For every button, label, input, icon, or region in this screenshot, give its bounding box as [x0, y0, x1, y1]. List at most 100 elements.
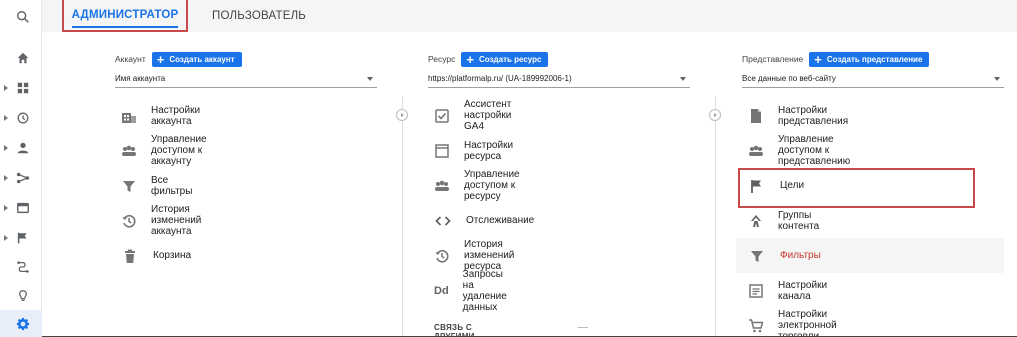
flag-icon — [17, 232, 27, 244]
menu-account-access[interactable]: Управление доступом к аккаунту — [115, 133, 209, 168]
menu-data-deletion[interactable]: Dd Запросы на удаление данных — [428, 269, 510, 313]
property-column: Ресурс + Создать ресурс https://platforma… — [428, 32, 690, 337]
property-label: Ресурс — [428, 54, 456, 64]
trash-icon — [121, 248, 139, 264]
conversions-button[interactable] — [0, 223, 42, 253]
menu-ga4-assistant[interactable]: Ассистент настройки GA4 — [428, 98, 513, 133]
menu-label: История изменений ресурса — [464, 239, 515, 272]
attribution-button[interactable] — [0, 252, 42, 282]
menu-tracking[interactable]: Отслеживание — [428, 203, 534, 238]
view-select[interactable]: Все данные по веб-сайту — [742, 70, 1004, 88]
account-column: Аккаунт + Создать аккаунт Имя аккаунта На… — [115, 32, 377, 337]
menu-trash[interactable]: Корзина — [115, 238, 191, 273]
menu-filters[interactable]: Фильтры — [742, 238, 821, 273]
code-icon — [434, 213, 452, 229]
property-header: Ресурс + Создать ресурс — [428, 50, 549, 68]
menu-label: Управление доступом к аккаунту — [151, 134, 207, 167]
window-icon — [17, 202, 29, 214]
menu-view-access[interactable]: Управление доступом к представлению — [742, 133, 852, 168]
menu-label: Корзина — [153, 250, 192, 261]
menu-property-settings[interactable]: Настройки ресурса — [428, 133, 515, 168]
view-header: Представление + Создать представление — [742, 50, 930, 68]
linking-section-title: СВЯЗЬ С ДРУГИМИ ПРОДУКТАМИ — [434, 323, 475, 337]
account-select-value: Имя аккаунта — [115, 74, 166, 83]
view-label: Представление — [742, 54, 804, 64]
property-select[interactable]: https://platformalp.ru/ (UA-189992006-1) — [428, 70, 690, 88]
home-button[interactable] — [0, 43, 42, 73]
menu-label: Запросы на удаление данных — [462, 268, 507, 313]
home-icon — [17, 52, 29, 64]
create-property-button[interactable]: + Создать ресурс — [461, 51, 549, 67]
property-select-value: https://platformalp.ru/ (UA-189992006-1) — [428, 74, 572, 83]
menu-label: Группы контента — [778, 209, 820, 232]
account-select[interactable]: Имя аккаунта — [115, 70, 377, 88]
attribution-icon — [17, 261, 29, 273]
create-account-button[interactable]: + Создать аккаунт — [151, 51, 242, 67]
menu-channel-settings[interactable]: Настройки канала — [742, 273, 829, 308]
person-icon — [17, 142, 29, 154]
menu-label: Фильтры — [780, 250, 821, 261]
dd-icon: Dd — [434, 284, 449, 297]
plus-icon: + — [466, 51, 474, 67]
column-divider — [402, 96, 403, 337]
channel-icon — [748, 283, 764, 299]
chevron-down-icon — [680, 77, 686, 81]
menu-account-settings[interactable]: Настройки аккаунта — [115, 98, 202, 133]
account-header: Аккаунт + Создать аккаунт — [115, 50, 242, 68]
create-property-label: Создать ресурс — [479, 54, 542, 64]
plus-icon: + — [814, 51, 822, 67]
dashboard-icon — [17, 82, 29, 94]
menu-content-groups[interactable]: Группы контента — [742, 203, 821, 238]
filter-icon — [121, 178, 137, 194]
admin-button[interactable] — [0, 310, 42, 337]
history-icon — [434, 248, 450, 264]
menu-label: Управление доступом к ресурсу — [464, 169, 520, 202]
column-divider — [715, 96, 716, 337]
left-rail — [0, 0, 42, 337]
account-label: Аккаунт — [115, 54, 146, 64]
menu-ecommerce-settings[interactable]: Настройки электронной торговли — [742, 308, 839, 337]
building-icon — [121, 108, 137, 124]
acquisition-button[interactable] — [0, 163, 42, 193]
top-tab-bar: АДМИНИСТРАТОР ПОЛЬЗОВАТЕЛЬ — [42, 0, 1017, 32]
menu-label: Все фильтры — [151, 174, 193, 197]
document-icon — [748, 108, 764, 124]
menu-property-access[interactable]: Управление доступом к ресурсу — [428, 168, 522, 203]
realtime-button[interactable] — [0, 103, 42, 133]
create-view-label: Создать представление — [826, 54, 923, 64]
discover-button[interactable] — [0, 281, 42, 311]
menu-label: Отслеживание — [466, 215, 535, 226]
menu-view-settings[interactable]: Настройки представления — [742, 98, 850, 133]
filter-icon — [748, 248, 766, 264]
history-icon — [121, 213, 137, 229]
section-rule — [578, 327, 588, 328]
lightbulb-icon — [19, 290, 27, 301]
audience-button[interactable] — [0, 133, 42, 163]
tab-user[interactable]: ПОЛЬЗОВАТЕЛЬ — [212, 0, 306, 32]
search-button[interactable] — [0, 2, 42, 32]
menu-account-history[interactable]: История изменений аккаунта — [115, 203, 203, 238]
acquisition-icon — [16, 172, 30, 184]
goals-highlight-box — [738, 168, 975, 208]
create-view-button[interactable]: + Создать представление — [809, 51, 930, 67]
tab-admin[interactable]: АДМИНИСТРАТОР — [62, 0, 188, 32]
arrow-right-icon — [709, 109, 721, 121]
cart-icon — [748, 318, 764, 334]
clock-icon — [17, 112, 29, 124]
customization-button[interactable] — [0, 73, 42, 103]
people-icon — [748, 143, 764, 159]
chevron-down-icon — [994, 77, 1000, 81]
people-icon — [121, 143, 137, 159]
behavior-button[interactable] — [0, 193, 42, 223]
menu-all-filters[interactable]: Все фильтры — [115, 168, 194, 203]
window-icon — [434, 143, 450, 159]
menu-label: Настройки аккаунта — [151, 104, 201, 127]
plus-icon: + — [156, 51, 165, 67]
menu-label: Настройки ресурса — [464, 139, 514, 162]
content-groups-icon — [748, 213, 764, 229]
create-account-label: Создать аккаунт — [169, 54, 235, 64]
menu-label: Управление доступом к представлению — [778, 134, 851, 167]
view-select-value: Все данные по веб-сайту — [742, 74, 836, 83]
people-icon — [434, 178, 450, 194]
menu-label: Настройки канала — [778, 279, 828, 302]
